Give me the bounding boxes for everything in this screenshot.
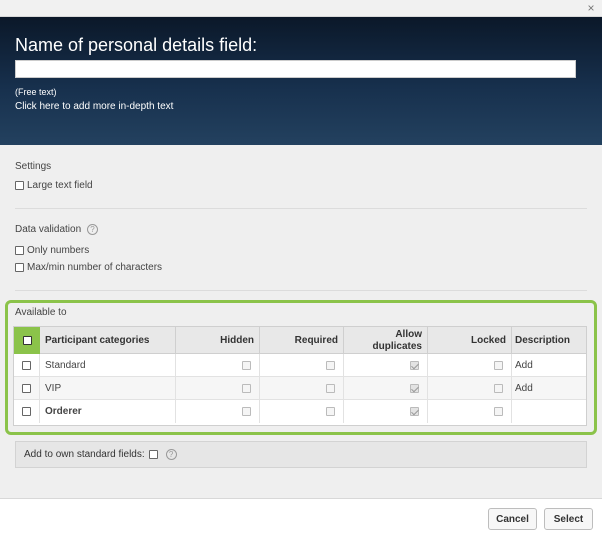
column-hidden[interactable]: Hidden: [176, 327, 260, 354]
hidden-checkbox[interactable]: [242, 407, 251, 416]
only-numbers-checkbox[interactable]: [15, 246, 24, 255]
select-all-checkbox[interactable]: [22, 336, 32, 345]
allow-duplicates-cell: [344, 400, 428, 423]
row-select-cell: [14, 377, 40, 400]
own-standard-fields-row: Add to own standard fields: ?: [15, 441, 587, 468]
data-validation-label: Data validation: [15, 224, 82, 236]
required-checkbox[interactable]: [326, 407, 335, 416]
close-icon[interactable]: ×: [584, 1, 598, 15]
locked-cell: [428, 354, 512, 377]
own-standard-fields-label: Add to own standard fields:: [24, 449, 145, 460]
required-cell: [260, 400, 344, 423]
select-button[interactable]: Select: [544, 508, 593, 530]
maxmin-characters-option[interactable]: Max/min number of characters: [15, 262, 162, 273]
dialog-header: Name of personal details field: (Free te…: [0, 17, 602, 145]
hidden-cell: [176, 377, 260, 400]
row-select-cell: [14, 400, 40, 423]
column-required[interactable]: Required: [260, 327, 344, 354]
participant-categories-table: Participant categories Hidden Required A…: [13, 326, 587, 426]
help-icon[interactable]: ?: [86, 224, 98, 235]
allow-duplicates-checkbox[interactable]: [410, 407, 419, 416]
maxmin-characters-label: Max/min number of characters: [27, 262, 163, 273]
select-all-cell: [14, 327, 40, 354]
locked-cell: [428, 377, 512, 400]
allow-duplicates-checkbox[interactable]: [410, 384, 419, 393]
data-validation-heading: Data validation ?: [15, 224, 98, 235]
column-locked[interactable]: Locked: [428, 327, 512, 354]
column-allow-duplicates[interactable]: Allow duplicates: [344, 327, 428, 354]
help-icon[interactable]: ?: [165, 449, 177, 460]
hidden-checkbox[interactable]: [242, 361, 251, 370]
divider: [15, 290, 587, 291]
page-title: Name of personal details field:: [15, 35, 258, 55]
add-indepth-text-link[interactable]: Click here to add more in-depth text: [15, 101, 173, 112]
only-numbers-option[interactable]: Only numbers: [15, 245, 89, 256]
settings-heading: Settings: [15, 161, 52, 172]
own-standard-fields-checkbox[interactable]: [148, 450, 158, 459]
category-name: VIP: [40, 377, 176, 400]
field-name-input[interactable]: [15, 60, 576, 78]
maxmin-characters-checkbox[interactable]: [15, 263, 24, 272]
allow-duplicates-cell: [344, 377, 428, 400]
allow-duplicates-cell: [344, 354, 428, 377]
table-row: Orderer: [14, 400, 586, 423]
column-description[interactable]: Description: [512, 327, 586, 354]
dialog-footer: Cancel Select: [0, 498, 602, 537]
category-name: Orderer: [40, 400, 176, 423]
description-add-link[interactable]: Add: [512, 354, 586, 377]
description-cell: [512, 400, 586, 423]
dialog-titlebar: ×: [0, 0, 602, 17]
table-header: Participant categories Hidden Required A…: [14, 327, 586, 354]
large-text-field-option[interactable]: Large text field: [15, 180, 93, 191]
hidden-checkbox[interactable]: [242, 384, 251, 393]
table-row: Standard Add: [14, 354, 586, 377]
free-text-hint: (Free text): [15, 87, 57, 97]
column-participant-categories[interactable]: Participant categories: [40, 327, 176, 354]
row-select-checkbox[interactable]: [22, 361, 31, 370]
large-text-field-checkbox[interactable]: [15, 181, 24, 190]
row-select-checkbox[interactable]: [22, 407, 31, 416]
locked-cell: [428, 400, 512, 423]
available-to-heading: Available to: [15, 307, 67, 318]
locked-checkbox[interactable]: [494, 361, 503, 370]
locked-checkbox[interactable]: [494, 407, 503, 416]
large-text-field-label: Large text field: [27, 180, 93, 191]
required-checkbox[interactable]: [326, 384, 335, 393]
required-cell: [260, 354, 344, 377]
only-numbers-label: Only numbers: [27, 245, 90, 256]
description-add-link[interactable]: Add: [512, 377, 586, 400]
required-cell: [260, 377, 344, 400]
divider: [15, 208, 587, 209]
allow-duplicates-checkbox[interactable]: [410, 361, 419, 370]
row-select-checkbox[interactable]: [22, 384, 31, 393]
cancel-button[interactable]: Cancel: [488, 508, 537, 530]
row-select-cell: [14, 354, 40, 377]
category-name: Standard: [40, 354, 176, 377]
required-checkbox[interactable]: [326, 361, 335, 370]
table-row: VIP Add: [14, 377, 586, 400]
locked-checkbox[interactable]: [494, 384, 503, 393]
hidden-cell: [176, 354, 260, 377]
dialog-body: Settings Large text field Data validatio…: [0, 145, 602, 498]
hidden-cell: [176, 400, 260, 423]
